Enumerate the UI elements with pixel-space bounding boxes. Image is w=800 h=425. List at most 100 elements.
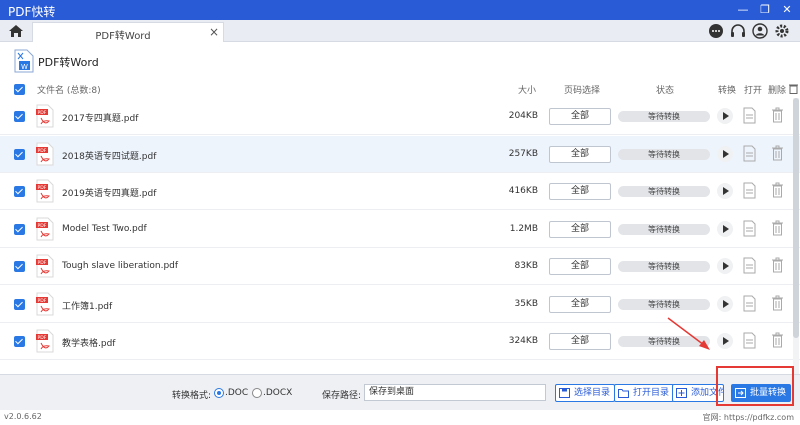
row-checkbox[interactable]: [14, 186, 25, 197]
header-open: 打开: [744, 86, 763, 96]
page-select-button[interactable]: 全部: [549, 145, 611, 163]
format-doc-radio[interactable]: [214, 388, 224, 398]
chat-icon[interactable]: [708, 23, 724, 39]
page-select-button[interactable]: 全部: [549, 183, 611, 200]
table-row[interactable]: PDF 2019英语专四真题.pdf 416KB 全部 等待转换: [0, 173, 800, 210]
table-row[interactable]: PDF 2018英语专四试题.pdf 257KB 全部 等待转换: [0, 135, 800, 173]
file-size: 324KB: [508, 336, 538, 346]
file-size: 35KB: [514, 298, 538, 309]
gear-icon[interactable]: [774, 23, 790, 39]
version-label: v2.0.6.62: [4, 412, 42, 421]
open-file-icon[interactable]: [743, 182, 756, 199]
trash-icon[interactable]: [771, 332, 784, 349]
file-name: 教学表格.pdf: [62, 339, 116, 349]
header-convert: 转换: [718, 86, 737, 96]
row-checkbox[interactable]: [14, 298, 25, 310]
table-row[interactable]: PDF 2017专四真题.pdf 204KB 全部 等待转换: [0, 98, 800, 135]
convert-play-button[interactable]: [717, 333, 733, 349]
convert-play-button[interactable]: [717, 108, 733, 124]
open-file-icon[interactable]: [743, 295, 756, 312]
plus-icon: [676, 388, 687, 398]
open-file-icon[interactable]: [743, 145, 756, 162]
row-checkbox[interactable]: [14, 148, 25, 160]
trash-icon[interactable]: [771, 257, 784, 274]
file-name: 2018英语专四试题.pdf: [62, 151, 157, 162]
pdf-file-icon: PDF: [36, 104, 54, 128]
format-docx-radio[interactable]: [252, 388, 262, 398]
pdf-file-icon: PDF: [36, 217, 54, 240]
svg-text:PDF: PDF: [38, 298, 47, 304]
header-pages: 页码选择: [564, 86, 601, 96]
trash-icon[interactable]: [771, 220, 784, 237]
trash-icon[interactable]: [771, 295, 784, 312]
convert-play-button[interactable]: [717, 220, 733, 237]
title-bar: PDF快转 — ❐ ✕: [0, 0, 800, 20]
convert-play-button[interactable]: [717, 258, 733, 274]
open-dir-label: 打开目录: [633, 388, 670, 398]
save-icon: [559, 388, 570, 398]
page-select-button[interactable]: 全部: [549, 258, 611, 275]
svg-text:PDF: PDF: [38, 110, 47, 116]
table-row[interactable]: PDF Tough slave liberation.pdf 83KB 全部 等…: [0, 248, 800, 285]
format-doc-label[interactable]: .DOC: [225, 388, 248, 398]
scrollbar[interactable]: [793, 98, 799, 374]
close-button[interactable]: ✕: [778, 2, 796, 18]
row-checkbox[interactable]: [14, 223, 25, 235]
trash-icon[interactable]: [771, 145, 784, 162]
select-all-checkbox[interactable]: [14, 84, 25, 95]
website-link[interactable]: 官网: https://pdfkz.com: [703, 412, 794, 423]
save-path-input[interactable]: 保存到桌面: [364, 384, 546, 401]
format-label: 转换格式:: [172, 391, 212, 401]
save-path-label: 保存路径:: [322, 391, 362, 401]
header-status: 状态: [656, 86, 675, 96]
choose-dir-button[interactable]: 选择目录: [555, 384, 616, 402]
file-size: 83KB: [514, 261, 538, 271]
page-select-button[interactable]: 全部: [549, 295, 611, 313]
status-badge: 等待转换: [618, 148, 710, 160]
row-checkbox[interactable]: [14, 111, 25, 122]
choose-dir-label: 选择目录: [574, 388, 611, 398]
open-file-icon[interactable]: [743, 107, 756, 124]
file-size: 204KB: [508, 111, 538, 121]
tab-close-icon[interactable]: ×: [209, 25, 219, 39]
header-filename: 文件名 (总数:8): [37, 86, 101, 96]
open-file-icon[interactable]: [743, 332, 756, 349]
table-row[interactable]: PDF 工作簿1.pdf 35KB 全部 等待转换: [0, 285, 800, 323]
convert-play-button[interactable]: [717, 183, 733, 199]
svg-text:PDF: PDF: [38, 148, 47, 154]
open-file-icon[interactable]: [743, 220, 756, 237]
tab-label: PDF转Word: [95, 31, 151, 42]
bottom-toolbar: 转换格式: .DOC .DOCX 保存路径: 保存到桌面 选择目录 打开目录 添…: [0, 374, 800, 410]
page-select-button[interactable]: 全部: [549, 220, 611, 238]
file-size: 1.2MB: [509, 223, 538, 234]
delete-all-icon[interactable]: [789, 83, 798, 94]
user-icon[interactable]: [752, 23, 768, 39]
open-dir-button[interactable]: 打开目录: [614, 384, 675, 402]
minimize-button[interactable]: —: [734, 2, 752, 18]
tab-bar: PDF转Word ×: [0, 20, 800, 42]
convert-play-button[interactable]: [717, 295, 733, 312]
file-name: 2017专四真题.pdf: [62, 114, 139, 124]
table-row[interactable]: PDF Model Test Two.pdf 1.2MB 全部 等待转换: [0, 210, 800, 248]
restore-button[interactable]: ❐: [756, 2, 774, 18]
open-file-icon[interactable]: [743, 257, 756, 274]
headset-icon[interactable]: [730, 23, 746, 39]
page-select-button[interactable]: 全部: [549, 333, 611, 350]
scrollbar-thumb[interactable]: [793, 98, 799, 338]
status-badge: 等待转换: [618, 186, 710, 197]
pdf-file-icon: PDF: [36, 142, 54, 165]
convert-play-button[interactable]: [717, 145, 733, 162]
page-title: PDF转Word: [38, 56, 99, 69]
home-icon[interactable]: [8, 23, 24, 39]
row-checkbox[interactable]: [14, 336, 25, 347]
tab-pdf-to-word[interactable]: PDF转Word ×: [32, 22, 224, 42]
format-docx-label[interactable]: .DOCX: [263, 388, 292, 398]
trash-icon[interactable]: [771, 107, 784, 124]
header-size: 大小: [518, 86, 537, 96]
table-row[interactable]: PDF 教学表格.pdf 324KB 全部 等待转换: [0, 323, 800, 360]
row-checkbox[interactable]: [14, 261, 25, 272]
page-select-button[interactable]: 全部: [549, 108, 611, 125]
pdf-file-icon: PDF: [36, 254, 54, 278]
trash-icon[interactable]: [771, 182, 784, 199]
svg-text:W: W: [21, 63, 28, 71]
